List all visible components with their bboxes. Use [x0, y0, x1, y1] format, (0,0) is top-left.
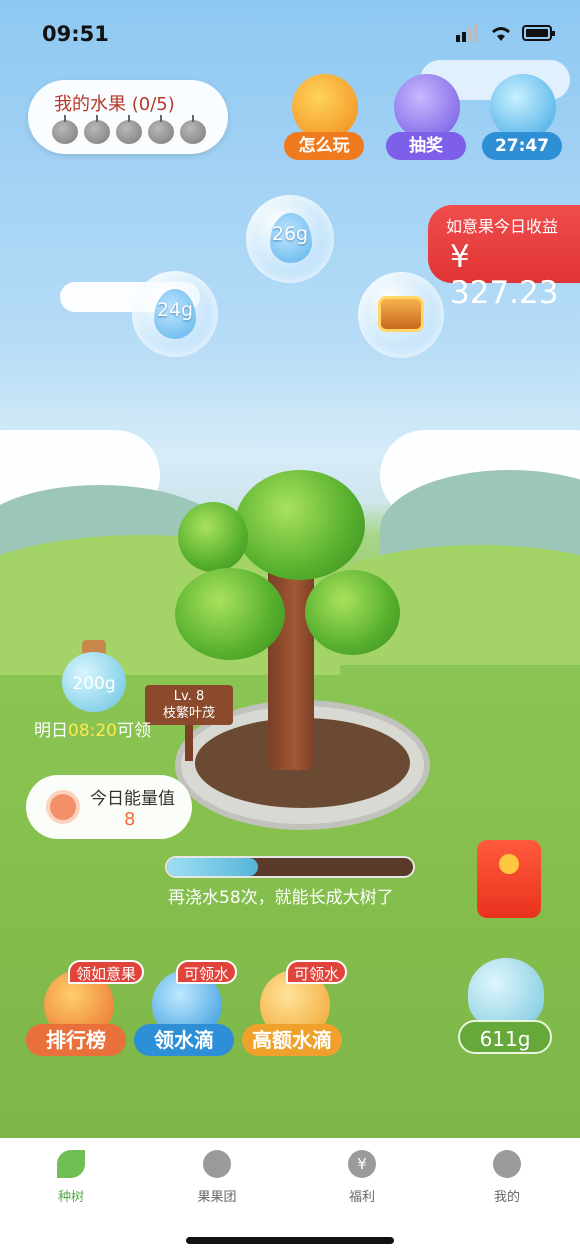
claim-suffix: 可领 — [117, 721, 151, 741]
tab-label: 福利 — [348, 1190, 375, 1205]
kettle-icon — [468, 958, 544, 1028]
claim-time: 08:20 — [68, 721, 117, 741]
bonus-water-badge: 可领水 — [286, 960, 348, 984]
lottery-button[interactable]: 抽奖 — [386, 74, 466, 164]
leaderboard-button[interactable]: 领如意果 排行榜 — [24, 960, 145, 1060]
status-icons — [456, 24, 556, 42]
fruit-icons — [52, 115, 206, 144]
fruit-placeholder-icon — [180, 115, 206, 144]
water-bubble-label: 24g — [156, 299, 194, 321]
earnings-label: 如意果今日收益 — [446, 217, 559, 236]
energy-card[interactable]: 今日能量值 8 — [26, 775, 192, 839]
treasure-chest-icon — [378, 296, 424, 332]
treasure-bubble[interactable] — [358, 272, 444, 358]
tab-plant-tree[interactable]: 种树 — [26, 1150, 116, 1205]
lottery-label: 抽奖 — [386, 132, 466, 160]
water-bubble-label: 26g — [271, 223, 309, 245]
tree-level-sign: Lv. 8 枝繁叶茂 — [145, 685, 233, 725]
water-cup-icon — [490, 74, 556, 140]
home-indicator — [186, 1237, 394, 1244]
how-to-play-button[interactable]: 怎么玩 — [284, 74, 364, 164]
sprout-icon — [57, 1150, 85, 1178]
water-timer-label: 27:47 — [482, 132, 562, 160]
my-fruits-title: 我的水果 (0/5) — [54, 94, 175, 115]
watering-kettle[interactable]: 611g — [452, 940, 558, 1056]
profile-face-icon — [493, 1150, 521, 1178]
battery-icon — [522, 25, 555, 41]
claim-prefix: 明日 — [34, 721, 68, 741]
leaf-cluster — [178, 502, 248, 572]
red-envelope-icon[interactable] — [477, 840, 541, 918]
leaf-cluster — [175, 568, 285, 660]
leaf-cluster — [305, 570, 400, 655]
sign-post — [185, 725, 193, 761]
lottery-wheel-icon — [394, 74, 460, 140]
how-to-play-label: 怎么玩 — [284, 132, 364, 160]
status-time: 09:51 — [42, 22, 109, 46]
growth-progress-fill — [167, 858, 259, 876]
tab-fruit-group[interactable]: 果果团 — [172, 1150, 262, 1205]
tree-level: Lv. 8 — [173, 689, 205, 704]
bonus-water-label: 高额水滴 — [242, 1024, 342, 1056]
bottle-claim-time: 明日08:20可领 — [34, 716, 151, 741]
status-bar: 09:51 — [0, 0, 580, 70]
apple-icon — [203, 1150, 231, 1178]
my-fruits-card[interactable]: 我的水果 (0/5) — [28, 80, 228, 154]
energy-value: 8 — [124, 809, 136, 830]
yen-icon: ¥ — [348, 1150, 376, 1178]
tab-welfare[interactable]: ¥ 福利 — [317, 1150, 407, 1205]
sun-icon — [46, 790, 80, 824]
water-timer-button[interactable]: 27:47 — [482, 74, 562, 164]
compass-icon — [292, 74, 358, 140]
game-scene: 09:51 我的水果 (0/5) 怎么玩 抽奖 27:47 如意果今日收益 ¥ … — [0, 0, 580, 1138]
water-bubble[interactable]: 26g — [246, 195, 334, 283]
collect-water-badge: 可领水 — [176, 960, 238, 984]
kettle-amount: 611g — [458, 1020, 552, 1054]
wifi-icon — [492, 27, 510, 41]
growth-progress-bar — [165, 856, 415, 878]
fruit-placeholder-icon — [148, 115, 174, 144]
energy-label: 今日能量值 — [90, 789, 175, 809]
leaderboard-label: 排行榜 — [26, 1024, 126, 1056]
tab-label: 我的 — [493, 1190, 520, 1205]
tab-label: 果果团 — [197, 1190, 237, 1205]
fruit-placeholder-icon — [116, 115, 142, 144]
fruit-placeholder-icon — [52, 115, 78, 144]
earnings-banner[interactable]: 如意果今日收益 ¥ 327.23 — [428, 205, 580, 311]
tree-trunk — [268, 550, 314, 770]
bonus-water-button[interactable]: 可领水 高额水滴 — [240, 960, 356, 1060]
leaf-cluster — [235, 470, 365, 580]
collect-water-button[interactable]: 可领水 领水滴 — [132, 960, 248, 1060]
bottle-amount: 200g — [72, 674, 116, 694]
water-bottle[interactable]: 200g — [62, 640, 126, 712]
tab-mine[interactable]: 我的 — [462, 1150, 552, 1205]
signal-icon — [456, 24, 478, 42]
earnings-value: ¥ 327.23 — [450, 239, 559, 311]
tree-stage: 枝繁叶茂 — [162, 706, 215, 721]
growth-progress-text: 再浇水58次，就能长成大树了 — [168, 888, 394, 908]
water-bubble[interactable]: 24g — [132, 271, 218, 357]
tab-label: 种树 — [57, 1190, 84, 1205]
collect-water-label: 领水滴 — [134, 1024, 234, 1056]
fruit-placeholder-icon — [84, 115, 110, 144]
